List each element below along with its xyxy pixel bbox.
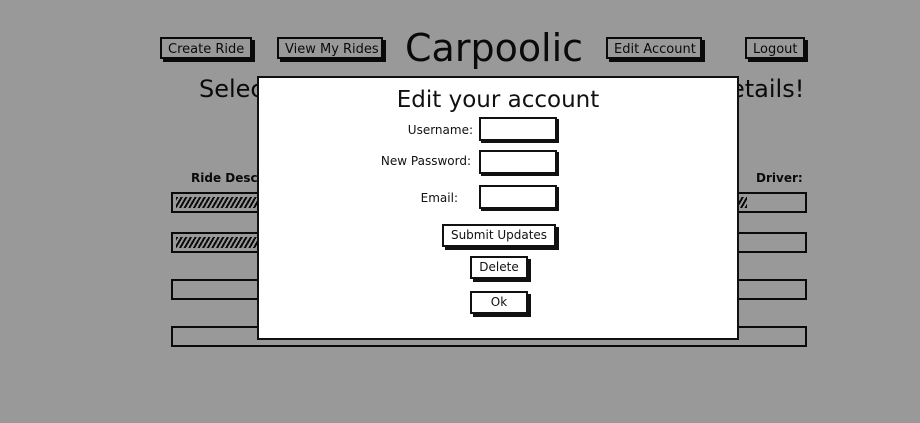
submit-updates-button[interactable]: Submit Updates [442, 224, 556, 247]
username-label: Username: [407, 123, 473, 137]
edit-account-dialog: Edit your account Username: New Password… [257, 76, 739, 340]
email-input[interactable] [479, 185, 557, 209]
delete-button[interactable]: Delete [470, 256, 528, 279]
new-password-input[interactable] [479, 150, 557, 174]
ok-button[interactable]: Ok [470, 291, 528, 314]
username-input[interactable] [479, 117, 557, 141]
new-password-label: New Password: [380, 154, 471, 168]
email-label: Email: [420, 191, 458, 205]
dialog-title: Edit your account [396, 87, 600, 113]
